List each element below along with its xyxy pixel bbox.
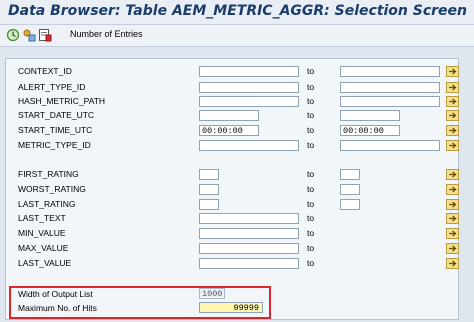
max-value-multiple-selection-button[interactable] <box>446 243 459 254</box>
last-text-label: LAST_TEXT <box>18 213 66 223</box>
number-of-entries-button[interactable]: Number of Entries <box>70 29 143 39</box>
last-value-label: LAST_VALUE <box>18 258 72 268</box>
hash-metric-path-high-field[interactable] <box>340 96 440 107</box>
hash-metric-path-to-label: to <box>307 96 315 106</box>
last-value-low-field[interactable] <box>199 258 299 269</box>
start-time-utc-to-label: to <box>307 125 315 135</box>
start-time-utc-label: START_TIME_UTC <box>18 125 93 135</box>
worst-rating-low-field[interactable] <box>199 184 219 195</box>
program-variant-icon[interactable] <box>38 28 52 42</box>
width-of-output-list-label: Width of Output List <box>18 289 93 299</box>
start-date-utc-to-label: to <box>307 110 315 120</box>
worst-rating-multiple-selection-button[interactable] <box>446 184 459 195</box>
max-value-low-field[interactable] <box>199 243 299 254</box>
first-rating-label: FIRST_RATING <box>18 169 79 179</box>
context-id-multiple-selection-button[interactable] <box>446 66 459 77</box>
alert-type-id-multiple-selection-button[interactable] <box>446 82 459 93</box>
alert-type-id-low-field[interactable] <box>199 82 299 93</box>
context-id-high-field[interactable] <box>340 66 440 77</box>
metric-type-id-label: METRIC_TYPE_ID <box>18 140 91 150</box>
last-text-low-field[interactable] <box>199 213 299 224</box>
start-date-utc-multiple-selection-button[interactable] <box>446 110 459 121</box>
min-value-label: MIN_VALUE <box>18 228 66 238</box>
alert-type-id-high-field[interactable] <box>340 82 440 93</box>
min-value-low-field[interactable] <box>199 228 299 239</box>
max-value-to-label: to <box>307 243 315 253</box>
execute-clock-icon[interactable] <box>6 28 20 42</box>
last-rating-multiple-selection-button[interactable] <box>446 199 459 210</box>
context-id-label: CONTEXT_ID <box>18 66 72 76</box>
last-value-multiple-selection-button[interactable] <box>446 258 459 269</box>
page-title: Data Browser: Table AEM_METRIC_AGGR: Sel… <box>8 3 468 19</box>
metric-type-id-to-label: to <box>307 140 315 150</box>
min-value-multiple-selection-button[interactable] <box>446 228 459 239</box>
alert-type-id-to-label: to <box>307 82 315 92</box>
start-time-utc-high-field[interactable]: 00:00:00 <box>340 125 400 136</box>
selection-options-icon[interactable] <box>22 28 36 42</box>
maximum-no-of-hits-field[interactable]: 99999 <box>199 302 263 313</box>
hash-metric-path-low-field[interactable] <box>199 96 299 107</box>
last-rating-label: LAST_RATING <box>18 199 76 209</box>
start-time-utc-multiple-selection-button[interactable] <box>446 125 459 136</box>
last-text-multiple-selection-button[interactable] <box>446 213 459 224</box>
min-value-to-label: to <box>307 228 315 238</box>
start-date-utc-low-field[interactable] <box>199 110 259 121</box>
start-time-utc-low-field[interactable]: 00:00:00 <box>199 125 259 136</box>
context-id-low-field[interactable] <box>199 66 299 77</box>
width-of-output-list-field[interactable]: 1000 <box>199 288 225 299</box>
worst-rating-high-field[interactable] <box>340 184 360 195</box>
worst-rating-to-label: to <box>307 184 315 194</box>
first-rating-high-field[interactable] <box>340 169 360 180</box>
max-value-label: MAX_VALUE <box>18 243 69 253</box>
last-rating-low-field[interactable] <box>199 199 219 210</box>
last-rating-to-label: to <box>307 199 315 209</box>
metric-type-id-low-field[interactable] <box>199 140 299 151</box>
title-bar: Data Browser: Table AEM_METRIC_AGGR: Sel… <box>0 0 474 25</box>
application-toolbar: Number of Entries <box>0 25 474 47</box>
worst-rating-label: WORST_RATING <box>18 184 86 194</box>
first-rating-to-label: to <box>307 169 315 179</box>
start-date-utc-label: START_DATE_UTC <box>18 110 95 120</box>
last-text-to-label: to <box>307 213 315 223</box>
metric-type-id-multiple-selection-button[interactable] <box>446 140 459 151</box>
maximum-no-of-hits-label: Maximum No. of Hits <box>18 303 97 313</box>
last-rating-high-field[interactable] <box>340 199 360 210</box>
alert-type-id-label: ALERT_TYPE_ID <box>18 82 86 92</box>
hash-metric-path-label: HASH_METRIC_PATH <box>18 96 106 106</box>
hash-metric-path-multiple-selection-button[interactable] <box>446 96 459 107</box>
metric-type-id-high-field[interactable] <box>340 140 440 151</box>
context-id-to-label: to <box>307 66 315 76</box>
first-rating-multiple-selection-button[interactable] <box>446 169 459 180</box>
last-value-to-label: to <box>307 258 315 268</box>
first-rating-low-field[interactable] <box>199 169 219 180</box>
start-date-utc-high-field[interactable] <box>340 110 400 121</box>
